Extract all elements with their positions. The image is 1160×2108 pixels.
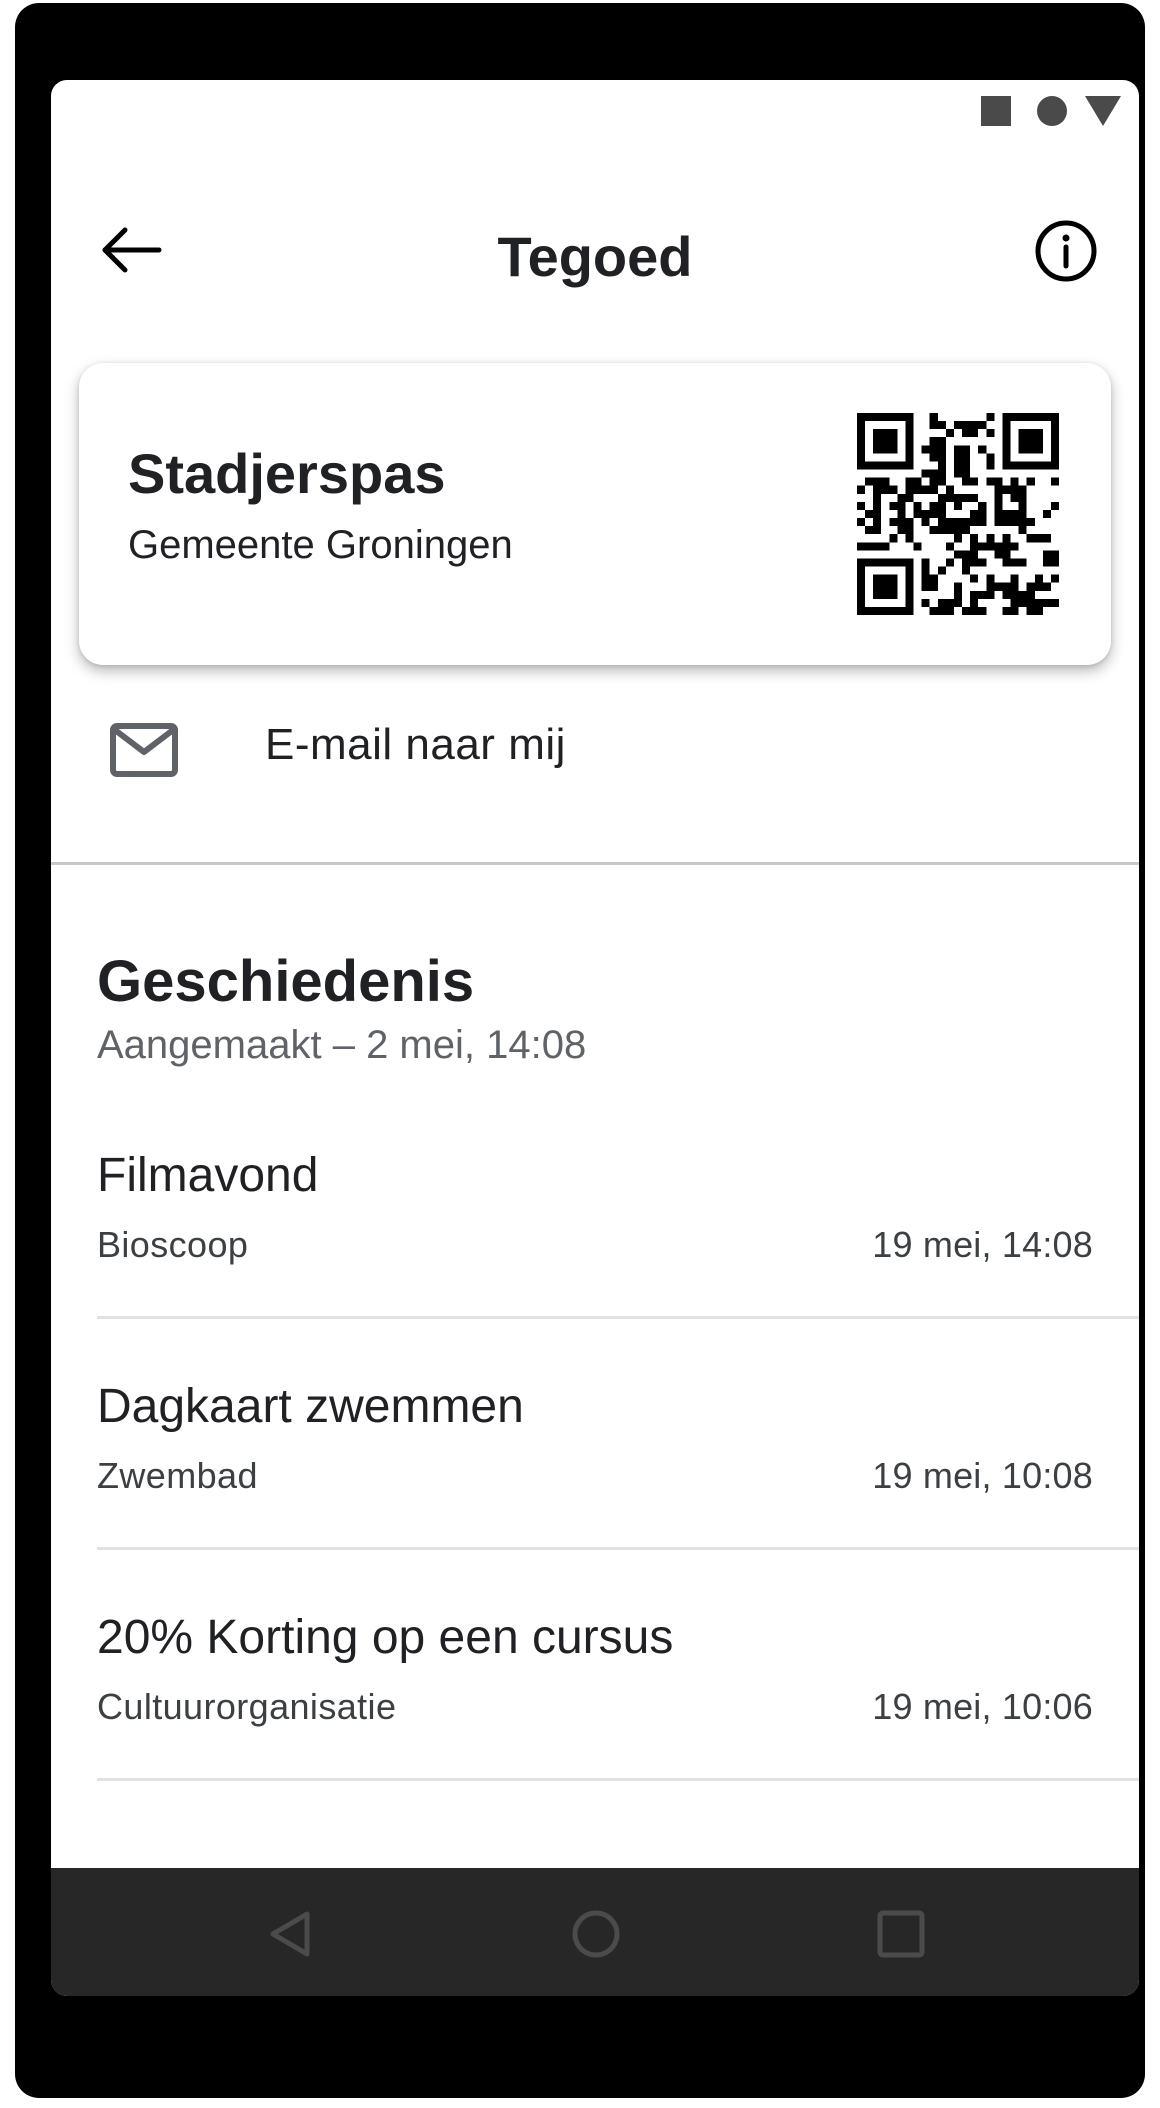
item-time: 19 mei, 10:08 (872, 1455, 1093, 1496)
info-button[interactable] (1033, 218, 1099, 284)
side-button (15, 755, 35, 883)
list-item[interactable]: 20% Korting op een cursus Cultuurorganis… (51, 1610, 1139, 1841)
item-location: Bioscoop (97, 1224, 249, 1265)
square-icon (981, 96, 1011, 126)
email-label: E-mail naar mij (265, 720, 566, 769)
item-divider (97, 1778, 1139, 1781)
history-list: Filmavond Bioscoop 19 mei, 14:08 Dagkaar… (51, 1148, 1139, 1841)
page-title: Tegoed (497, 225, 693, 288)
history-title: Geschiedenis (97, 949, 475, 1014)
nav-back-icon[interactable] (265, 1908, 317, 1960)
qr-code (857, 413, 1059, 615)
history-created: Aangemaakt – 2 mei, 14:08 (97, 1023, 587, 1067)
triangle-icon (1085, 96, 1121, 126)
pass-title: Stadjerspas (128, 442, 446, 505)
item-title: 20% Korting op een cursus (97, 1611, 674, 1664)
device-frame: Tegoed Stadjerspas Gemeente Groningen E-… (15, 3, 1145, 2098)
list-item[interactable]: Filmavond Bioscoop 19 mei, 14:08 (51, 1148, 1139, 1379)
pass-card[interactable]: Stadjerspas Gemeente Groningen (79, 363, 1111, 665)
email-button[interactable]: E-mail naar mij (51, 700, 1139, 820)
volume-button (15, 371, 35, 629)
item-location: Cultuurorganisatie (97, 1686, 397, 1727)
nav-home-icon[interactable] (570, 1908, 622, 1960)
circle-icon (1037, 96, 1067, 126)
app-bar: Tegoed (51, 200, 1139, 310)
navigation-bar (51, 1868, 1139, 1996)
item-divider (97, 1547, 1139, 1550)
pass-subtitle: Gemeente Groningen (128, 523, 513, 567)
section-divider (51, 862, 1139, 865)
list-item[interactable]: Dagkaart zwemmen Zwembad 19 mei, 10:08 (51, 1379, 1139, 1610)
item-time: 19 mei, 10:06 (872, 1686, 1093, 1727)
item-title: Dagkaart zwemmen (97, 1380, 524, 1433)
item-location: Zwembad (97, 1455, 258, 1496)
info-icon (1035, 220, 1097, 282)
mail-icon (110, 723, 178, 777)
item-title: Filmavond (97, 1149, 319, 1202)
item-time: 19 mei, 14:08 (872, 1224, 1093, 1265)
screen: Tegoed Stadjerspas Gemeente Groningen E-… (51, 80, 1139, 1996)
item-divider (97, 1316, 1139, 1319)
status-bar (51, 80, 1139, 140)
nav-recents-icon[interactable] (875, 1908, 927, 1960)
